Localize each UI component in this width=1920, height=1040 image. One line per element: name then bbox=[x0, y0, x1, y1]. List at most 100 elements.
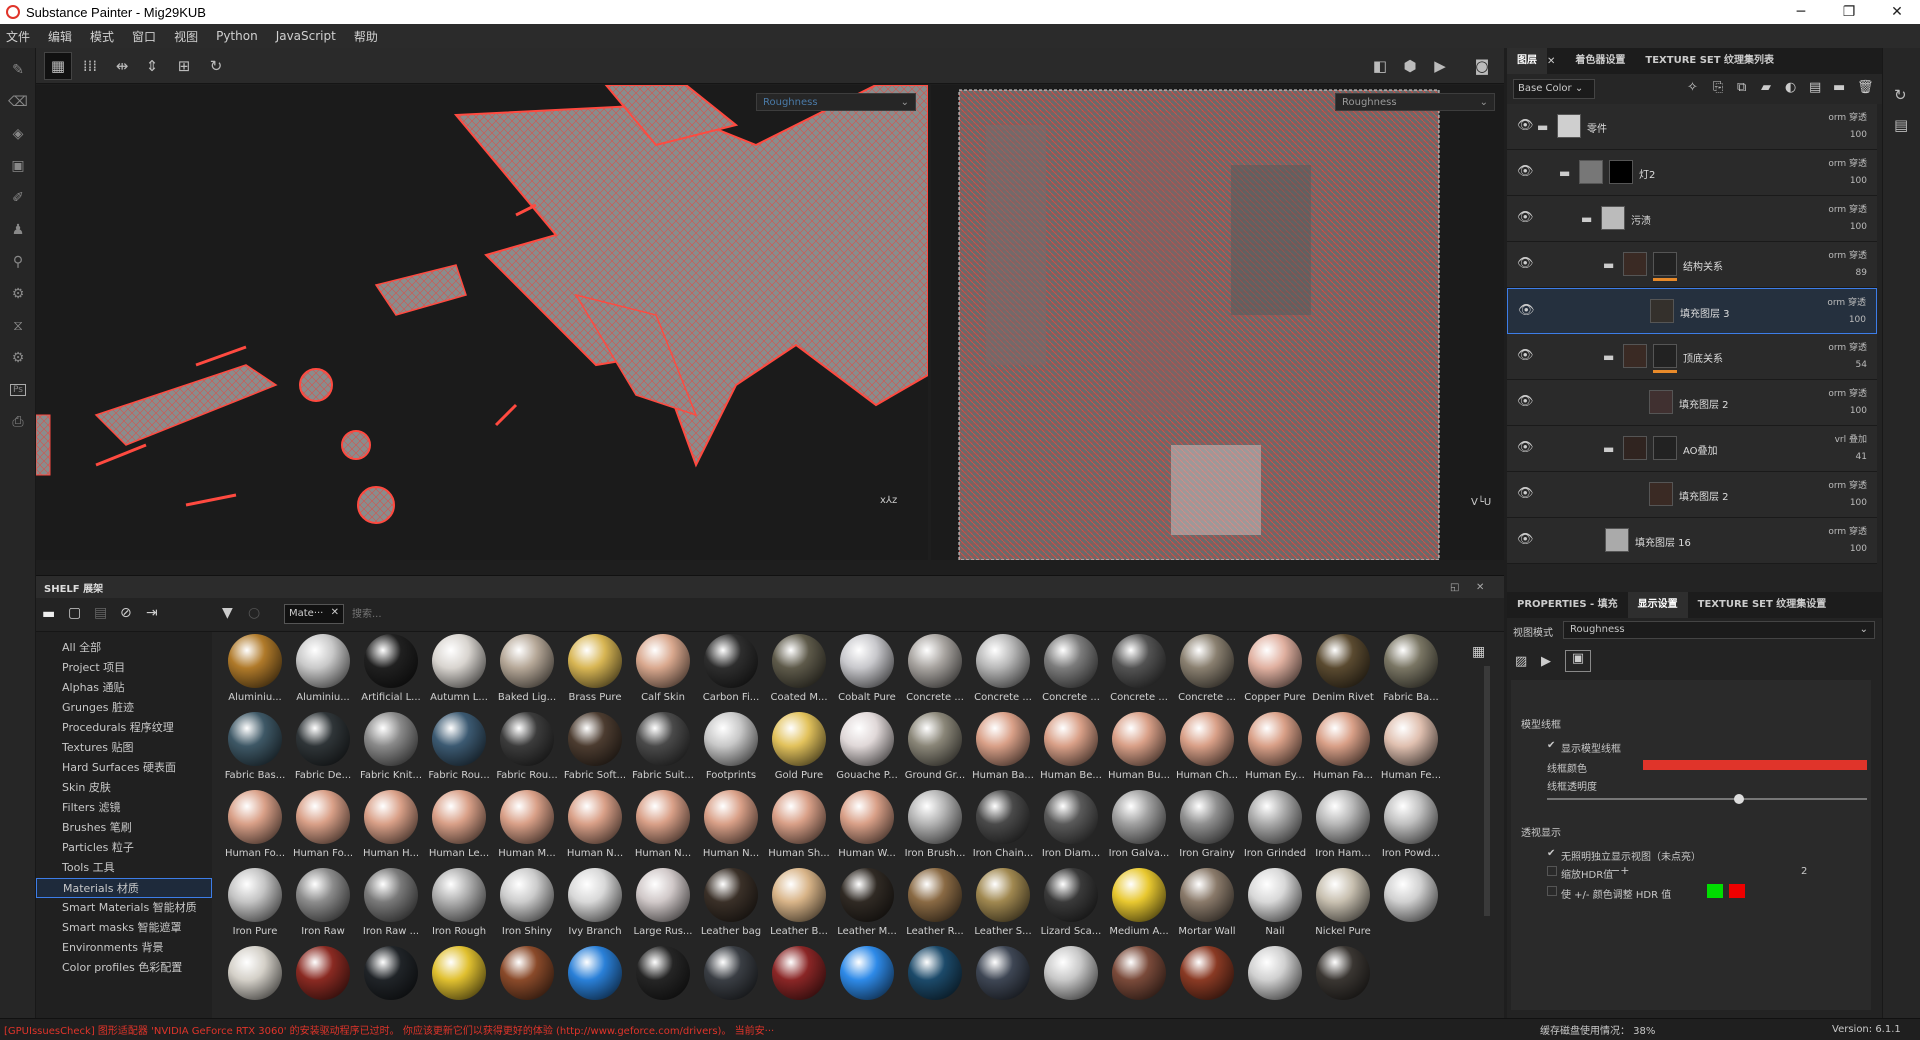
layer-blend-mode[interactable]: orm 穿透 bbox=[1828, 478, 1867, 491]
material-tile[interactable]: Ivy Branch bbox=[561, 868, 629, 946]
tab-layers[interactable]: 图层 bbox=[1507, 48, 1547, 74]
material-tile[interactable]: Human M... bbox=[493, 790, 561, 868]
material-tile[interactable]: Iron Chain... bbox=[969, 790, 1037, 868]
material-tile[interactable]: Iron Pure bbox=[221, 868, 289, 946]
add-effect-icon[interactable]: ⎘ bbox=[1713, 80, 1723, 95]
material-tile[interactable]: Human Be... bbox=[1037, 712, 1105, 790]
material-tile[interactable]: Concrete ... bbox=[1037, 634, 1105, 712]
checkmark-icon[interactable]: ✔ bbox=[1547, 848, 1555, 859]
material-tile[interactable]: Medium A... bbox=[1105, 868, 1173, 946]
visibility-eye-icon[interactable]: 👁 bbox=[1517, 118, 1534, 133]
category-item[interactable]: Filters 滤镜 bbox=[36, 798, 212, 818]
material-tile[interactable] bbox=[1037, 946, 1105, 1019]
wire-opacity-slider-knob[interactable] bbox=[1734, 794, 1744, 804]
category-item[interactable]: Tools 工具 bbox=[36, 858, 212, 878]
material-tile[interactable]: Iron Powd... bbox=[1377, 790, 1445, 868]
material-tile[interactable]: Leather B... bbox=[765, 868, 833, 946]
layer-row[interactable]: 👁 ▬ 污渍 orm 穿透 100 bbox=[1507, 196, 1877, 242]
material-tile[interactable]: Iron Rough bbox=[425, 868, 493, 946]
layout-grid-icon[interactable]: ⁞⁞⁞ bbox=[76, 52, 104, 80]
hdr-red-swatch[interactable] bbox=[1729, 884, 1745, 898]
material-tile[interactable]: Calf Skin bbox=[629, 634, 697, 712]
mask-icon[interactable]: ▤ bbox=[1809, 80, 1821, 95]
material-tile[interactable]: Fabric De... bbox=[289, 712, 357, 790]
layer-row[interactable]: 👁 ▬ AO叠加 vrl 叠加 41 bbox=[1507, 426, 1877, 472]
photoshop-export-icon[interactable]: Ps bbox=[0, 374, 36, 406]
layer-row[interactable]: 👁 填充图层 2 orm 穿透 100 bbox=[1507, 472, 1877, 518]
material-tile[interactable]: Human Fo... bbox=[221, 790, 289, 868]
material-tile[interactable]: Denim Rivet bbox=[1309, 634, 1377, 712]
mirror-y-icon[interactable]: ⇕ bbox=[138, 52, 166, 80]
tab-texture-set-list[interactable]: TEXTURE SET 纹理集列表 bbox=[1635, 48, 1784, 74]
category-item[interactable]: Skin 皮肤 bbox=[36, 778, 212, 798]
menu-help[interactable]: 帮助 bbox=[354, 28, 378, 45]
tab-properties-fill[interactable]: PROPERTIES - 填充 bbox=[1507, 592, 1628, 618]
visibility-eye-icon[interactable]: 👁 bbox=[1517, 486, 1534, 501]
material-tile[interactable] bbox=[221, 946, 289, 1019]
category-item[interactable]: Smart Materials 智能材质 bbox=[36, 898, 212, 918]
float-panel-icon[interactable]: ◱ bbox=[1450, 582, 1459, 593]
material-tile[interactable]: Baked Lig... bbox=[493, 634, 561, 712]
image-icon[interactable]: ▨ bbox=[1515, 654, 1527, 669]
material-tile[interactable] bbox=[357, 946, 425, 1019]
visibility-eye-icon[interactable]: 👁 bbox=[1517, 164, 1534, 179]
video-icon[interactable]: ▶ bbox=[1541, 654, 1551, 669]
material-tile[interactable]: Gold Pure bbox=[765, 712, 833, 790]
material-tile[interactable]: Gouache P... bbox=[833, 712, 901, 790]
layer-blend-mode[interactable]: orm 穿透 bbox=[1827, 295, 1866, 308]
layer-blend-mode[interactable]: orm 穿透 bbox=[1828, 156, 1867, 169]
menu-view[interactable]: 视图 bbox=[174, 28, 198, 45]
material-tile[interactable]: Nickel Pure bbox=[1309, 868, 1377, 946]
material-tile[interactable]: Concrete ... bbox=[1105, 634, 1173, 712]
layout-1-view-icon[interactable]: ▦ bbox=[44, 52, 72, 80]
material-tile[interactable]: Concrete ... bbox=[969, 634, 1037, 712]
mirror-x-icon[interactable]: ⇹ bbox=[108, 52, 136, 80]
material-tile[interactable]: Concrete ... bbox=[901, 634, 969, 712]
material-tile[interactable]: Iron Grinded bbox=[1241, 790, 1309, 868]
viewport-3d[interactable]: Roughness ⌄ x⅄z bbox=[36, 85, 928, 560]
material-tile[interactable]: Human W... bbox=[833, 790, 901, 868]
material-tile[interactable]: Artificial L... bbox=[357, 634, 425, 712]
material-tile[interactable] bbox=[493, 946, 561, 1019]
layer-row[interactable]: 👁 填充图层 3 orm 穿透 100 bbox=[1507, 288, 1877, 334]
material-tile[interactable]: Fabric Ba... bbox=[1377, 634, 1445, 712]
layer-blend-mode[interactable]: orm 穿透 bbox=[1828, 202, 1867, 215]
checkbox-icon[interactable] bbox=[1547, 866, 1557, 876]
maximize-button[interactable]: ❐ bbox=[1826, 0, 1872, 24]
screenshot-camera-icon[interactable]: ◙ bbox=[1468, 52, 1496, 80]
material-tile[interactable]: Nail bbox=[1241, 868, 1309, 946]
hdr-minus-plus-icon[interactable]: −+ bbox=[1611, 864, 1629, 877]
material-tile[interactable]: Human N... bbox=[697, 790, 765, 868]
material-tile[interactable] bbox=[629, 946, 697, 1019]
hdr-green-swatch[interactable] bbox=[1707, 884, 1723, 898]
tab-shader-settings[interactable]: 着色器设置 bbox=[1565, 48, 1635, 74]
hide-icon[interactable]: ⊘ bbox=[120, 605, 132, 621]
material-tile[interactable]: Leather M... bbox=[833, 868, 901, 946]
log-icon[interactable]: ▤ bbox=[1894, 116, 1920, 134]
layer-opacity[interactable]: 100 bbox=[1850, 130, 1867, 140]
bake-icon[interactable]: ⚙ bbox=[0, 278, 36, 310]
folder-icon[interactable]: ▬ bbox=[42, 606, 55, 622]
settings-icon[interactable]: ⚙ bbox=[0, 342, 36, 374]
filter-tag[interactable]: Mate··· ✕ bbox=[284, 604, 344, 624]
layer-blend-mode[interactable]: vrl 叠加 bbox=[1835, 432, 1867, 445]
viewport-2d-uv[interactable]: Roughness ⌄ V└U bbox=[931, 85, 1504, 560]
material-tile[interactable]: Human Sh... bbox=[765, 790, 833, 868]
material-tile[interactable]: Fabric Bas... bbox=[221, 712, 289, 790]
delete-icon[interactable]: ▤ bbox=[94, 605, 107, 621]
material-tile[interactable] bbox=[289, 946, 357, 1019]
category-item[interactable]: Procedurals 程序纹理 bbox=[36, 718, 212, 738]
wire-color-swatch[interactable] bbox=[1643, 760, 1867, 770]
material-tile[interactable]: Fabric Rou... bbox=[493, 712, 561, 790]
layer-opacity[interactable]: 100 bbox=[1850, 176, 1867, 186]
magic-wand-icon[interactable]: ✧ bbox=[1687, 80, 1698, 95]
visibility-eye-icon[interactable]: 👁 bbox=[1517, 532, 1534, 547]
material-tile[interactable]: Coated M... bbox=[765, 634, 833, 712]
material-tile[interactable] bbox=[1241, 946, 1309, 1019]
material-tile[interactable]: Human Le... bbox=[425, 790, 493, 868]
material-tile[interactable]: Concrete ... bbox=[1173, 634, 1241, 712]
import-icon[interactable]: ⇥ bbox=[146, 605, 158, 621]
visibility-eye-icon[interactable]: 👁 bbox=[1518, 303, 1535, 318]
filter-icon[interactable]: ▼ bbox=[222, 605, 233, 621]
category-item[interactable]: Textures 贴图 bbox=[36, 738, 212, 758]
